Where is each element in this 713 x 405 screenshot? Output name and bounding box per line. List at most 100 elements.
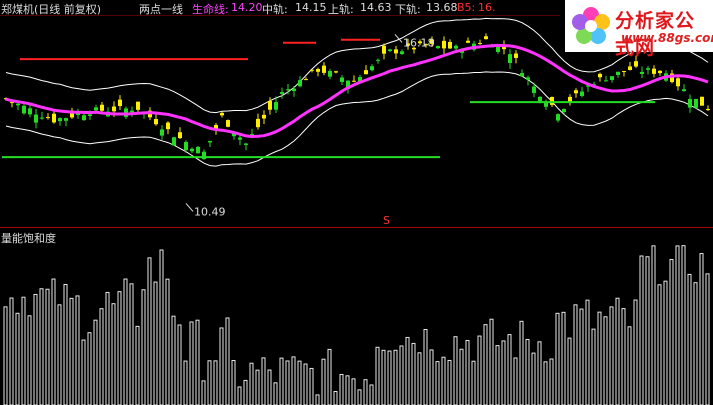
volume-bar — [261, 357, 266, 405]
lower-label: 下轨: — [395, 3, 421, 16]
volume-bar — [333, 390, 338, 405]
volume-bar — [471, 360, 476, 405]
upper-label: 上轨: — [328, 3, 354, 16]
volume-bar — [225, 317, 230, 405]
candle-body — [484, 36, 488, 40]
candle-body — [52, 113, 56, 123]
lower-value: 13.68 — [426, 1, 458, 14]
candle-body — [160, 129, 164, 136]
candle-body — [628, 66, 632, 70]
candle-body — [556, 114, 560, 121]
signal-marker: S — [383, 214, 390, 227]
volume-bar — [405, 336, 410, 405]
candle-body — [682, 89, 686, 92]
volume-bar — [291, 356, 296, 405]
volume-bar — [9, 297, 14, 405]
candle-body — [22, 105, 26, 114]
candle-body — [286, 89, 290, 91]
candle-body — [364, 70, 368, 75]
candle-body — [112, 106, 116, 112]
volume-bar — [267, 369, 272, 405]
candle-body — [388, 49, 392, 51]
volume-bar — [57, 304, 62, 405]
candle-body — [40, 117, 44, 119]
volume-saturation-title: 量能饱和度 — [1, 232, 56, 245]
volume-bar — [99, 308, 104, 405]
volume-bar — [249, 362, 254, 405]
volume-bar — [429, 349, 434, 405]
volume-bar — [315, 394, 320, 405]
candle-body — [256, 118, 260, 128]
candle-body — [190, 148, 194, 152]
volume-bar — [51, 278, 56, 405]
candle-body — [706, 108, 710, 111]
volume-bar — [237, 386, 242, 405]
volume-bar — [567, 337, 572, 405]
candle-body — [598, 73, 602, 78]
volume-bar — [273, 382, 278, 405]
volume-bar — [495, 345, 500, 405]
candle-body — [646, 68, 650, 70]
volume-bar — [33, 293, 38, 405]
candle-body — [238, 137, 242, 140]
volume-bar — [105, 291, 110, 405]
volume-bar — [399, 345, 404, 405]
volume-bar — [501, 340, 506, 405]
volume-bar — [393, 349, 398, 405]
candle-body — [376, 59, 380, 61]
volume-bar — [303, 363, 308, 405]
mid-value: 14.15 — [295, 1, 327, 14]
volume-bar — [417, 352, 422, 405]
candle-body — [580, 91, 584, 96]
candle-body — [610, 76, 614, 81]
low-pointer — [185, 203, 194, 212]
security-title: 郑煤机(日线 前复权) — [1, 3, 102, 16]
b5-label: B5: — [457, 1, 476, 14]
candle-body — [82, 115, 86, 121]
upper-value: 14.63 — [360, 1, 392, 14]
candle-body — [550, 97, 554, 105]
candle-body — [574, 90, 578, 94]
candle-body — [172, 137, 176, 146]
volume-bar — [447, 359, 452, 405]
volume-bar — [63, 283, 68, 405]
volume-bar — [27, 315, 32, 405]
volume-bar — [699, 253, 704, 405]
volume-bar — [585, 299, 590, 405]
volume-bar — [519, 320, 524, 405]
volume-bar — [375, 346, 380, 405]
volume-bar — [177, 324, 182, 405]
volume-bar — [207, 360, 212, 405]
volume-bar — [621, 308, 626, 405]
volume-bar — [141, 289, 146, 405]
volume-bar — [465, 340, 470, 405]
candle-body — [538, 96, 542, 102]
volume-bar — [453, 336, 458, 405]
volume-bar — [183, 360, 188, 405]
volume-bar — [603, 316, 608, 405]
candle-body — [268, 101, 272, 110]
candle-body — [562, 108, 566, 113]
candle-body — [394, 49, 398, 54]
candle-body — [220, 112, 224, 116]
volume-bar — [663, 280, 668, 405]
volume-bar — [609, 306, 614, 405]
volume-bar — [513, 357, 518, 405]
candle-body — [334, 71, 338, 73]
candle-body — [280, 92, 284, 95]
volume-bar — [309, 367, 314, 405]
volume-bar — [345, 375, 350, 405]
candle-body — [322, 65, 326, 73]
volume-bar — [201, 380, 206, 405]
candle-body — [382, 45, 386, 54]
life-line-label: 生命线: — [192, 3, 229, 16]
candle-body — [292, 88, 296, 91]
volume-bar — [285, 360, 290, 405]
logo-url-text: www.88gs.com — [621, 31, 713, 45]
candle-body — [700, 96, 704, 106]
volume-bar — [639, 255, 644, 405]
volume-bar — [129, 283, 134, 405]
volume-bar — [357, 389, 362, 405]
volume-bar — [327, 348, 332, 405]
candle-body — [652, 68, 656, 74]
